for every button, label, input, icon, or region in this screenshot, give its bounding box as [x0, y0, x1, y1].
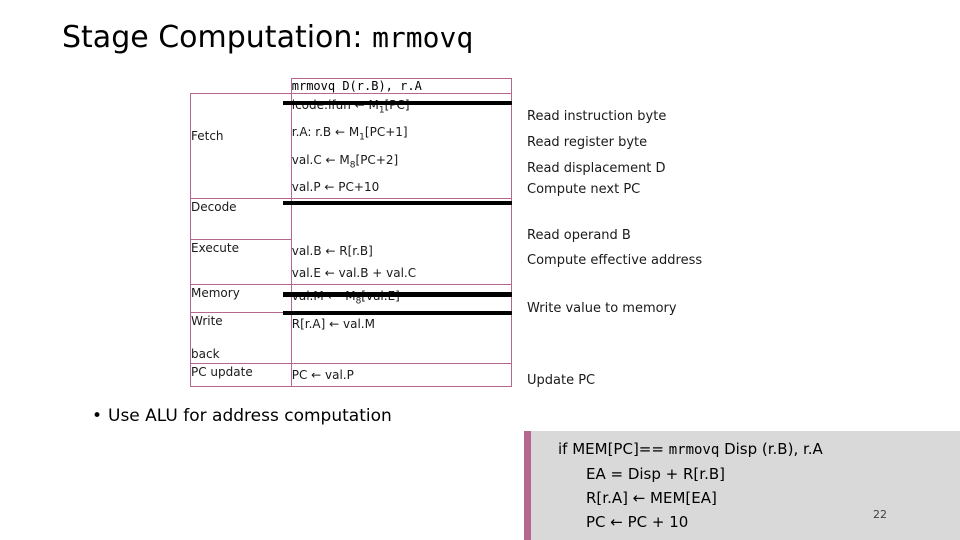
code-line-1: if MEM[PC]== mrmovq Disp (r.B), r.A — [558, 440, 823, 458]
comment-line: Read register byte — [527, 135, 648, 150]
slide: Stage Computation: mrmovq mrmovq D(r.B),… — [0, 0, 960, 540]
bullet-item: • Use ALU for address computation — [92, 406, 392, 426]
comment-line: Write value to memory — [527, 301, 677, 316]
comment-line: Compute next PC — [527, 182, 641, 197]
page-number: 22 — [873, 508, 887, 521]
comment-line: Compute effective address — [527, 253, 703, 268]
highlight-bar — [283, 201, 512, 205]
stage-label-decode: Decode — [190, 198, 292, 241]
page-title: Stage Computation: mrmovq — [62, 20, 473, 55]
op-line: val.M ← M8[val.E] — [292, 289, 400, 307]
code-line-1-pre: if MEM[PC]== — [558, 440, 669, 458]
code-line-1-post: Disp (r.B), r.A — [719, 440, 823, 458]
code-line-4: PC ← PC + 10 — [586, 513, 689, 531]
title-instruction: mrmovq — [372, 21, 474, 54]
code-line-3: R[r.A] ← MEM[EA] — [586, 489, 717, 507]
table-row: Fetch icode:ifun ← M1[PC] r.A: r.B ← M1[… — [190, 92, 513, 200]
stage-label-fetch: Fetch — [190, 92, 292, 200]
ops-execute: val.B ← R[r.B] val.E ← val.B + val.C — [290, 239, 513, 285]
table-row: Write back R[r.A] ← val.M — [190, 312, 513, 365]
table-row: Execute val.B ← R[r.B] val.E ← val.B + v… — [190, 239, 513, 285]
op-line: val.B ← R[r.B] — [291, 243, 373, 258]
op-line: R[r.A] ← val.M — [291, 317, 375, 332]
op-line: r.A: r.B ← M1[PC+1] — [291, 125, 408, 143]
title-prefix: Stage Computation: — [62, 20, 373, 55]
ops-pcupdate: PC ← val.P — [290, 363, 513, 388]
highlight-bar — [283, 292, 512, 297]
op-line: val.C ← M8[PC+2] — [291, 152, 399, 171]
highlight-bar — [283, 101, 512, 105]
stage-name: Write — [191, 314, 223, 329]
stage-label-memory: Memory — [190, 283, 292, 314]
table-row: PC update PC ← val.P — [190, 363, 513, 388]
ops-writeback: R[r.A] ← val.M — [290, 312, 513, 365]
ops-memory: val.M ← M8[val.E] — [290, 283, 513, 314]
code-line-2: EA = Disp + R[r.B] — [586, 465, 725, 483]
comment-line: Read operand B — [527, 228, 631, 243]
stage-label-pcupdate: PC update — [190, 363, 292, 388]
stage-label-writeback: Write back — [190, 312, 292, 365]
op-line: val.E ← val.B + val.C — [291, 265, 417, 280]
stage-label-execute: Execute — [190, 239, 292, 285]
ops-fetch: icode:ifun ← M1[PC] r.A: r.B ← M1[PC+1] … — [290, 92, 513, 200]
op-line: PC ← val.P — [291, 368, 354, 383]
code-line-1-mono: mrmovq — [668, 442, 720, 458]
header-spacer — [191, 79, 292, 94]
op-line: icode:ifun ← M1[PC] — [291, 98, 410, 116]
stage-name-cont: back — [191, 347, 220, 362]
comment-line: Read instruction byte — [527, 109, 667, 124]
highlight-bar — [283, 311, 512, 315]
table-header-row: mrmovq D(r.B), r.A — [191, 78, 513, 94]
comment-line: Read displacement D — [527, 161, 666, 176]
op-line: val.P ← PC+10 — [291, 180, 380, 195]
semantics-code-box: if MEM[PC]== mrmovq Disp (r.B), r.A EA =… — [524, 431, 960, 540]
codebox-accent-bar — [524, 431, 531, 540]
bullet-marker: • — [92, 406, 103, 426]
table-header-instruction: mrmovq D(r.B), r.A — [290, 78, 513, 94]
bullet-text: Use ALU for address computation — [108, 406, 392, 426]
stage-name: Fetch — [191, 129, 224, 143]
table-row: Memory val.M ← M8[val.E] — [190, 283, 513, 314]
stage-computation-table: mrmovq D(r.B), r.A Fetch icode:ifun ← M1… — [190, 78, 513, 388]
comment-line: Update PC — [527, 373, 596, 388]
